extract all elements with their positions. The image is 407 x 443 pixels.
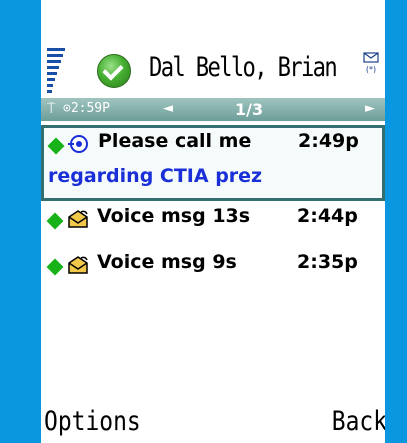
back-softkey[interactable]: Back [332, 406, 385, 437]
message-time: 2:44p [297, 205, 358, 227]
message-item[interactable]: Voice msg 13s 2:44p [41, 201, 385, 247]
clock: ⊙2:59P [63, 101, 110, 116]
softkey-bar: Options Back [41, 400, 385, 443]
message-subject: regarding CTIA prez [48, 165, 263, 187]
device-frame-left [0, 0, 41, 443]
previous-arrow-icon[interactable]: ◄ [163, 101, 173, 116]
navigation-tab-bar[interactable]: ⍑ ⊙2:59P ◄ 1/3 ► [41, 98, 385, 121]
page-indicator: 1/3 [235, 100, 264, 119]
phone-screen: Dal Bello, Brian (*) ⍑ ⊙2:59P ◄ 1/3 ► Pl… [41, 0, 385, 443]
message-title: Voice msg 9s [97, 251, 237, 273]
unread-diamond-icon [46, 258, 64, 276]
next-arrow-icon[interactable]: ► [365, 101, 375, 116]
contact-name: Dal Bello, Brian [149, 52, 338, 83]
message-title: Please call me [98, 130, 252, 152]
signal-strength-icon [47, 48, 65, 98]
voice-envelope-icon [68, 210, 88, 228]
message-item[interactable]: Voice msg 9s 2:35p [41, 247, 385, 293]
contact-header: Dal Bello, Brian (*) [41, 40, 385, 98]
message-time: 2:35p [297, 251, 358, 273]
antenna-icon: ⍑ [47, 101, 56, 117]
message-list: Please call me 2:49p regarding CTIA prez… [41, 125, 385, 293]
svg-text:(*): (*) [366, 65, 376, 74]
options-softkey[interactable]: Options [44, 406, 141, 437]
message-item[interactable]: Please call me 2:49p regarding CTIA prez [41, 125, 385, 201]
message-title: Voice msg 13s [97, 205, 251, 227]
voice-envelope-icon [68, 256, 88, 274]
message-time: 2:49p [298, 130, 359, 152]
unread-diamond-icon [46, 212, 64, 230]
presence-check-icon [97, 54, 131, 88]
envelope-bluetooth-icon: (*) [363, 52, 379, 74]
device-frame-right [385, 0, 407, 443]
callback-icon [68, 135, 88, 153]
unread-diamond-icon [47, 137, 65, 155]
